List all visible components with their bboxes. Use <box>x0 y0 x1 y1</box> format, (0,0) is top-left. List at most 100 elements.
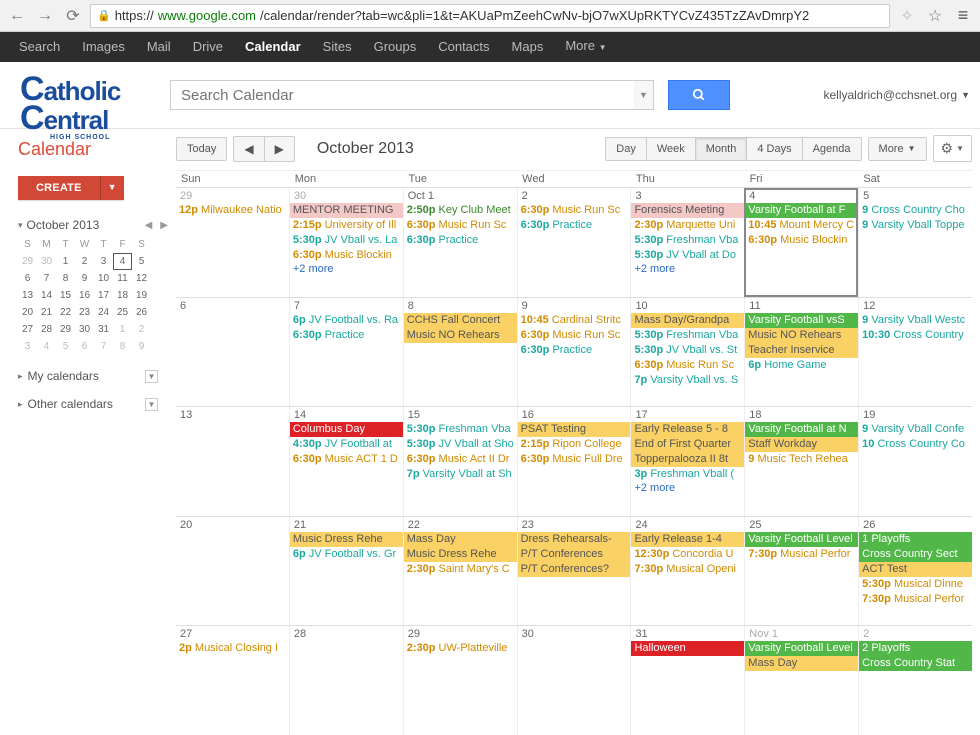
day-cell[interactable]: 22 PlayoffsCross Country Stat <box>858 626 972 735</box>
calendar-event[interactable]: 7:30p Musical Openi <box>631 562 744 577</box>
calendar-event[interactable]: 5:30p Freshman Vba <box>404 422 517 437</box>
next-button[interactable]: ▶ <box>264 136 295 162</box>
calendar-event[interactable]: PSAT Testing <box>518 422 631 437</box>
mini-cal-day[interactable]: 17 <box>94 287 113 304</box>
calendar-event[interactable]: 2:30p Saint Mary's C <box>404 562 517 577</box>
calendar-event[interactable]: Topperpalooza II 8t <box>631 452 744 467</box>
more-events-link[interactable]: +2 more <box>631 263 744 275</box>
calendar-event[interactable]: 5:30p JV Vball vs. La <box>290 233 403 248</box>
bookmark-icon[interactable]: ✧ <box>896 5 918 27</box>
more-events-link[interactable]: +2 more <box>290 263 403 275</box>
calendar-event[interactable]: 6:30p Music ACT 1 D <box>290 452 403 467</box>
mini-cal-day[interactable]: 13 <box>18 287 37 304</box>
nav-more[interactable]: More ▼ <box>554 31 617 63</box>
day-cell[interactable]: 13 <box>176 407 289 516</box>
calendar-event[interactable]: 6:30p Practice <box>290 328 403 343</box>
mini-cal-day[interactable]: 2 <box>75 253 94 270</box>
mini-cal-prev[interactable]: ◀ <box>143 220 155 231</box>
mini-cal-day[interactable]: 25 <box>113 304 132 321</box>
calendar-event[interactable]: 9 Cross Country Cho <box>859 203 972 218</box>
calendar-event[interactable]: CCHS Fall Concert <box>404 313 517 328</box>
view-agenda[interactable]: Agenda <box>802 137 862 161</box>
mini-cal-day[interactable]: 7 <box>37 270 56 287</box>
calendar-event[interactable]: Early Release 1-4 <box>631 532 744 547</box>
calendar-event[interactable]: Mass Day <box>745 656 858 671</box>
calendar-event[interactable]: 2:30p UW-Platteville <box>404 641 517 656</box>
view-4-days[interactable]: 4 Days <box>746 137 801 161</box>
view-day[interactable]: Day <box>605 137 646 161</box>
day-cell[interactable]: 199 Varsity Vball Confe10 Cross Country … <box>858 407 972 516</box>
mini-cal-day[interactable]: 27 <box>18 321 37 338</box>
day-cell[interactable]: 6 <box>176 298 289 407</box>
mini-cal-day[interactable]: 31 <box>94 321 113 338</box>
calendar-event[interactable]: 9 Varsity Vball Westc <box>859 313 972 328</box>
view-month[interactable]: Month <box>695 137 747 161</box>
calendar-event[interactable]: Cross Country Sect <box>859 547 972 562</box>
day-cell[interactable]: 18Varsity Football at NStaff Workday9 Mu… <box>744 407 858 516</box>
calendar-event[interactable]: 10 Cross Country Co <box>859 437 972 452</box>
nav-sites[interactable]: Sites <box>312 32 363 62</box>
mini-cal-day[interactable]: 20 <box>18 304 37 321</box>
mini-cal-day[interactable]: 19 <box>132 287 151 304</box>
calendar-event[interactable]: 6:30p Music Run Sc <box>518 203 631 218</box>
day-cell[interactable]: Oct 12:50p Key Club Meet6:30p Music Run … <box>403 188 517 297</box>
calendar-event[interactable]: 6:30p Practice <box>518 218 631 233</box>
mini-cal-day[interactable]: 8 <box>113 338 132 355</box>
calendar-event[interactable]: Staff Workday <box>745 437 858 452</box>
calendar-event[interactable]: 2:15p University of Ill <box>290 218 403 233</box>
calendar-event[interactable]: 12:30p Concordia U <box>631 547 744 562</box>
calendar-event[interactable]: 5:30p JV Vball at Do <box>631 248 744 263</box>
mini-cal-next[interactable]: ▶ <box>158 220 170 231</box>
day-cell[interactable]: 22Mass DayMusic Dress Rehe2:30p Saint Ma… <box>403 517 517 626</box>
mini-cal-day[interactable]: 18 <box>113 287 132 304</box>
section-menu[interactable]: ▼ <box>145 370 158 383</box>
calendar-event[interactable]: 6:30p Music Act II Dr <box>404 452 517 467</box>
day-cell[interactable]: 59 Cross Country Cho9 Varsity Vball Topp… <box>858 188 972 297</box>
day-cell[interactable]: 14Columbus Day4:30p JV Football at6:30p … <box>289 407 403 516</box>
mini-cal-day[interactable]: 3 <box>18 338 37 355</box>
day-cell[interactable]: 28 <box>289 626 403 735</box>
calendar-event[interactable]: 7p Varsity Vball vs. S <box>631 373 744 388</box>
calendar-event[interactable]: Music NO Rehears <box>745 328 858 343</box>
day-cell[interactable]: 30MENTOR MEETING2:15p University of Ill5… <box>289 188 403 297</box>
day-cell[interactable]: 129 Varsity Vball Westc10:30 Cross Count… <box>858 298 972 407</box>
mini-cal-day[interactable]: 9 <box>75 270 94 287</box>
mini-cal-day[interactable]: 3 <box>94 253 113 270</box>
search-dropdown[interactable]: ▼ <box>634 80 654 110</box>
calendar-event[interactable]: 10:30 Cross Country <box>859 328 972 343</box>
calendar-event[interactable]: Halloween <box>631 641 744 656</box>
day-cell[interactable]: 76p JV Football vs. Ra6:30p Practice <box>289 298 403 407</box>
day-cell[interactable]: 261 PlayoffsCross Country SectACT Test5:… <box>858 517 972 626</box>
chrome-menu-icon[interactable]: ≡ <box>952 5 974 27</box>
mini-cal-day[interactable]: 24 <box>94 304 113 321</box>
mini-cal-day[interactable]: 7 <box>94 338 113 355</box>
calendar-event[interactable]: Mass Day/Grandpa <box>631 313 744 328</box>
calendar-event[interactable]: 6:30p Music Blockin <box>290 248 403 263</box>
mini-cal-day[interactable]: 1 <box>113 321 132 338</box>
sidebar-section[interactable]: ▸My calendars▼ <box>18 369 170 383</box>
view-week[interactable]: Week <box>646 137 695 161</box>
calendar-event[interactable]: 2:30p Marquette Uni <box>631 218 744 233</box>
mini-calendar[interactable]: SMTWTFS 29301234567891011121314151617181… <box>18 236 170 355</box>
day-cell[interactable]: 26:30p Music Run Sc6:30p Practice <box>517 188 631 297</box>
calendar-event[interactable]: 6:30p Practice <box>404 233 517 248</box>
calendar-event[interactable]: Columbus Day <box>290 422 403 437</box>
calendar-event[interactable]: 3p Freshman Vball ( <box>631 467 744 482</box>
mini-cal-day[interactable]: 8 <box>56 270 75 287</box>
calendar-event[interactable]: 9 Music Tech Rehea <box>745 452 858 467</box>
settings-button[interactable]: ⚙▼ <box>933 135 972 162</box>
favorite-icon[interactable]: ☆ <box>924 5 946 27</box>
create-button[interactable]: CREATE <box>18 176 100 200</box>
search-button[interactable] <box>668 80 730 110</box>
calendar-event[interactable]: 6:30p Music Run Sc <box>404 218 517 233</box>
day-cell[interactable]: 4Varsity Football at F10:45 Mount Mercy … <box>744 188 858 297</box>
mini-cal-day[interactable]: 28 <box>37 321 56 338</box>
day-cell[interactable]: 3Forensics Meeting2:30p Marquette Uni5:3… <box>630 188 744 297</box>
calendar-event[interactable]: ACT Test <box>859 562 972 577</box>
calendar-event[interactable]: Varsity Football Level <box>745 641 858 656</box>
day-cell[interactable]: 25Varsity Football Level7:30p Musical Pe… <box>744 517 858 626</box>
day-cell[interactable]: 910:45 Cardinal Stritc6:30p Music Run Sc… <box>517 298 631 407</box>
calendar-event[interactable]: 7p Varsity Vball at Sh <box>404 467 517 482</box>
nav-drive[interactable]: Drive <box>182 32 234 62</box>
mini-cal-day[interactable]: 4 <box>113 253 132 270</box>
